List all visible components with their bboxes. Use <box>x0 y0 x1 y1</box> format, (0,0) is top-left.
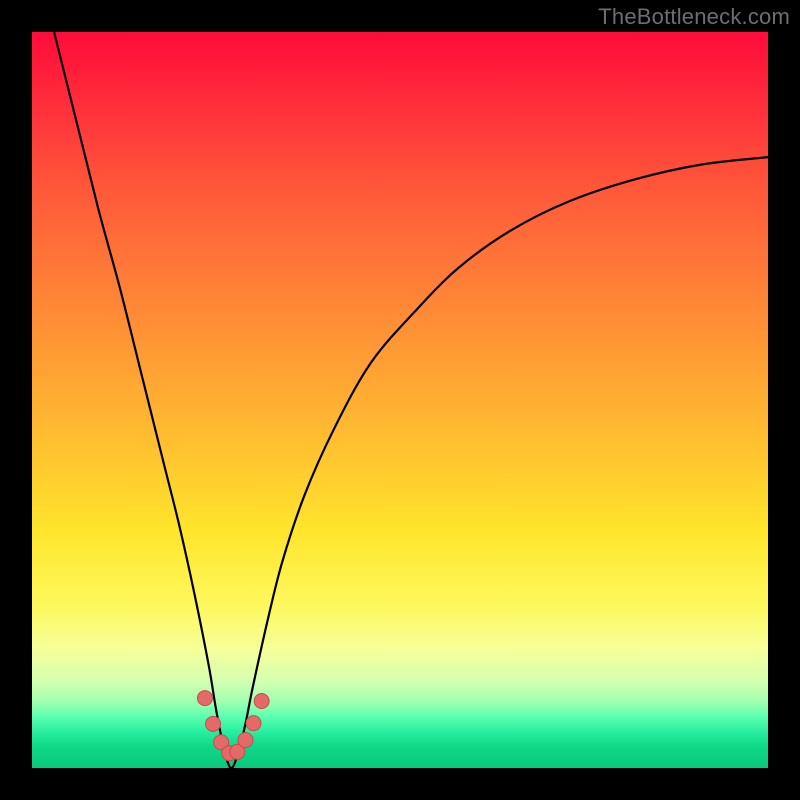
bottleneck-curve <box>54 32 773 768</box>
optimal-region-markers <box>197 691 269 761</box>
marker-dot <box>206 716 221 731</box>
chart-plot-area <box>32 32 768 768</box>
marker-dot <box>246 716 261 731</box>
marker-dot <box>238 733 253 748</box>
marker-dot <box>197 691 212 706</box>
marker-dot <box>254 694 269 709</box>
outer-frame: TheBottleneck.com <box>0 0 800 800</box>
attribution-text: TheBottleneck.com <box>598 4 790 30</box>
chart-svg <box>32 32 768 768</box>
